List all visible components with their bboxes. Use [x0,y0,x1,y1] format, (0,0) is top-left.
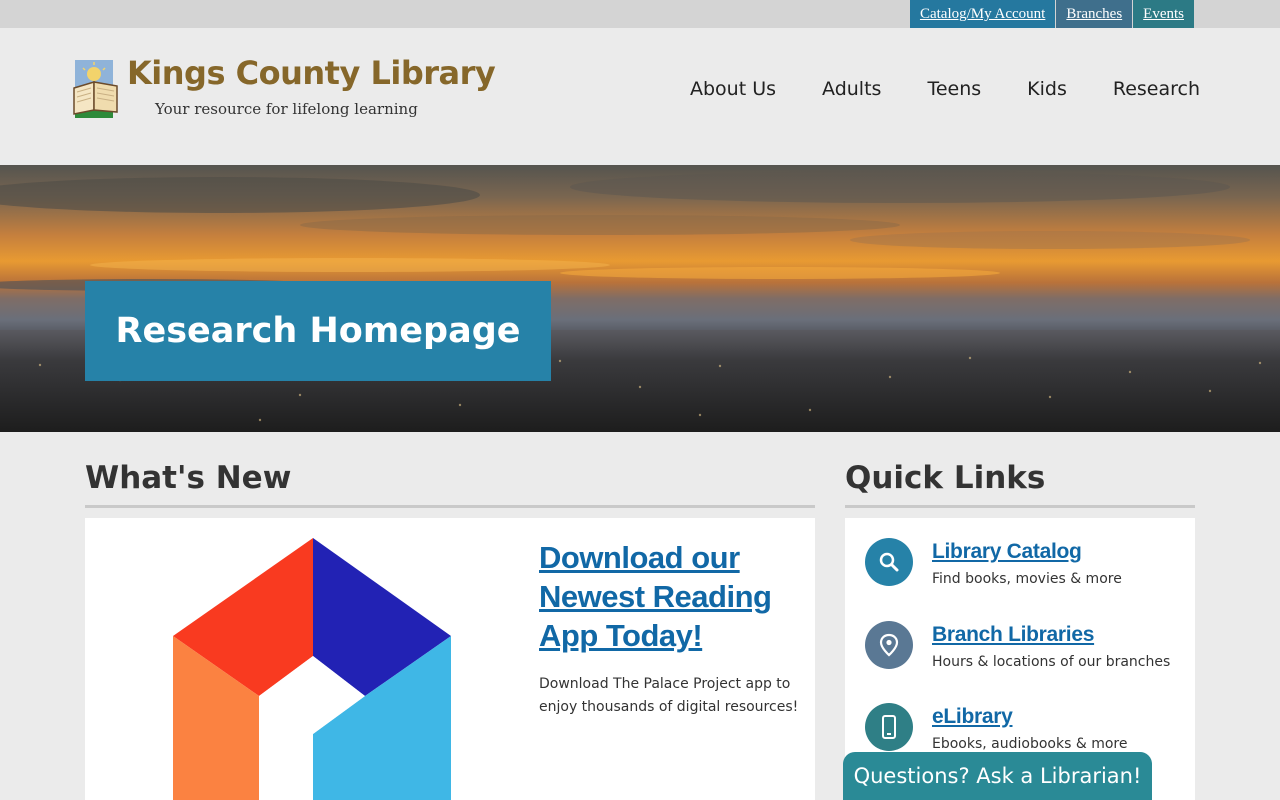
news-item-description: Download The Palace Project app to enjoy… [539,676,799,715]
hero-title-box: Research Homepage [85,281,551,381]
quick-link-description: Ebooks, audiobooks & more [932,736,1128,752]
search-icon[interactable] [865,538,913,586]
quick-link-title[interactable]: eLibrary [932,705,1013,729]
nav-kids[interactable]: Kids [1027,78,1067,100]
quick-links-heading: Quick Links [845,460,1046,496]
news-item-title-link[interactable]: Download our Newest Reading App Today! [539,538,799,655]
ask-a-librarian-button[interactable]: Questions? Ask a Librarian! [843,752,1152,800]
quick-link-title[interactable]: Library Catalog [932,540,1082,564]
map-pin-icon[interactable] [865,621,913,669]
utility-links: Catalog/My Account Branches Events [909,0,1194,28]
site-title[interactable]: Kings County Library [127,54,496,92]
site-header: Kings County Library Your resource for l… [0,28,1280,165]
utility-bar: Catalog/My Account Branches Events [0,0,1280,28]
main-nav: About Us Adults Teens Kids Research [644,78,1200,100]
site-tagline: Your resource for lifelong learning [155,100,418,118]
nav-adults[interactable]: Adults [822,78,881,100]
hero-banner: Research Homepage [0,165,1280,432]
quick-link-library-catalog[interactable]: Library Catalog Find books, movies & mor… [865,538,1185,598]
nav-about-us[interactable]: About Us [690,78,776,100]
quick-link-branch-libraries[interactable]: Branch Libraries Hours & locations of ou… [865,621,1185,681]
page-title: Research Homepage [115,311,521,351]
catalog-my-account-link[interactable]: Catalog/My Account [909,0,1056,28]
events-link[interactable]: Events [1133,0,1194,28]
news-card: Download our Newest Reading App Today! D… [85,518,815,800]
whats-new-heading: What's New [85,460,292,496]
nav-teens[interactable]: Teens [927,78,981,100]
quick-link-title[interactable]: Branch Libraries [932,623,1094,647]
mobile-icon[interactable] [865,703,913,751]
branches-link[interactable]: Branches [1056,0,1133,28]
palace-project-logo-icon[interactable] [145,538,485,800]
quick-link-description: Hours & locations of our branches [932,654,1171,670]
quick-links-divider [845,505,1195,508]
nav-research[interactable]: Research [1113,78,1200,100]
whats-new-divider [85,505,815,508]
quick-link-description: Find books, movies & more [932,571,1122,587]
library-logo-icon [73,60,118,118]
